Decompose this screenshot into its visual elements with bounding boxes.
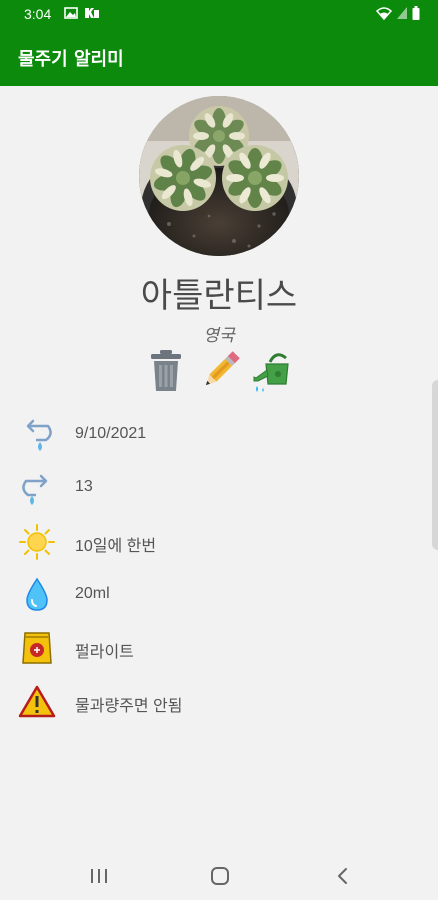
- pencil-icon: [205, 351, 240, 386]
- plant-photo: [139, 96, 299, 256]
- succulent-image: [139, 96, 299, 256]
- action-bar: [146, 348, 298, 396]
- navigation-bar: [0, 850, 438, 900]
- soil-type: 펄라이트: [75, 644, 134, 661]
- plant-origin: 영국: [203, 326, 235, 346]
- status-time: 3:04: [24, 6, 52, 22]
- last-watered-icon: [26, 419, 52, 451]
- last-watered-row: 9/10/2021: [18, 416, 418, 456]
- next-watering-value: 13: [75, 478, 93, 495]
- recent-apps-button[interactable]: [84, 864, 114, 888]
- delete-button[interactable]: [146, 348, 190, 396]
- soil-row: 펄라이트: [18, 629, 418, 669]
- app-notification-icon: [85, 8, 99, 18]
- home-button[interactable]: [205, 864, 235, 888]
- next-watering-icon: [22, 474, 48, 505]
- water-drop-icon: [26, 577, 48, 611]
- watering-frequency: 10일에 한번: [75, 538, 157, 555]
- gallery-notification-icon: [64, 7, 78, 19]
- watering-can-icon: [253, 353, 289, 392]
- home-icon: [211, 867, 229, 885]
- edit-button[interactable]: [198, 348, 242, 396]
- water-amount: 20ml: [75, 585, 110, 602]
- next-watering-row: 13: [18, 469, 418, 509]
- water-button[interactable]: [252, 348, 296, 396]
- caution-row: 물과량주면 안됨: [18, 683, 418, 723]
- wifi-icon: [376, 7, 392, 20]
- edge-panel-handle[interactable]: [432, 380, 438, 550]
- plant-name: 아틀란티스: [140, 276, 298, 316]
- water-amount-row: 20ml: [18, 576, 418, 616]
- warning-icon: [18, 685, 56, 718]
- app-bar: 물주기 알리미: [0, 28, 438, 86]
- last-watered-date: 9/10/2021: [75, 425, 147, 442]
- recent-apps-icon: [91, 869, 107, 883]
- back-button[interactable]: [328, 864, 358, 888]
- sunlight-row: 10일에 한번: [18, 523, 418, 563]
- app-title: 물주기 알리미: [18, 49, 124, 70]
- caution-text: 물과량주면 안됨: [75, 698, 183, 715]
- battery-icon: [412, 6, 420, 20]
- back-icon: [338, 868, 347, 884]
- trash-icon: [151, 350, 181, 391]
- signal-icon: [397, 7, 407, 19]
- status-bar: 3:04: [0, 0, 438, 28]
- sun-icon: [19, 524, 55, 560]
- soil-bag-icon: [22, 632, 52, 664]
